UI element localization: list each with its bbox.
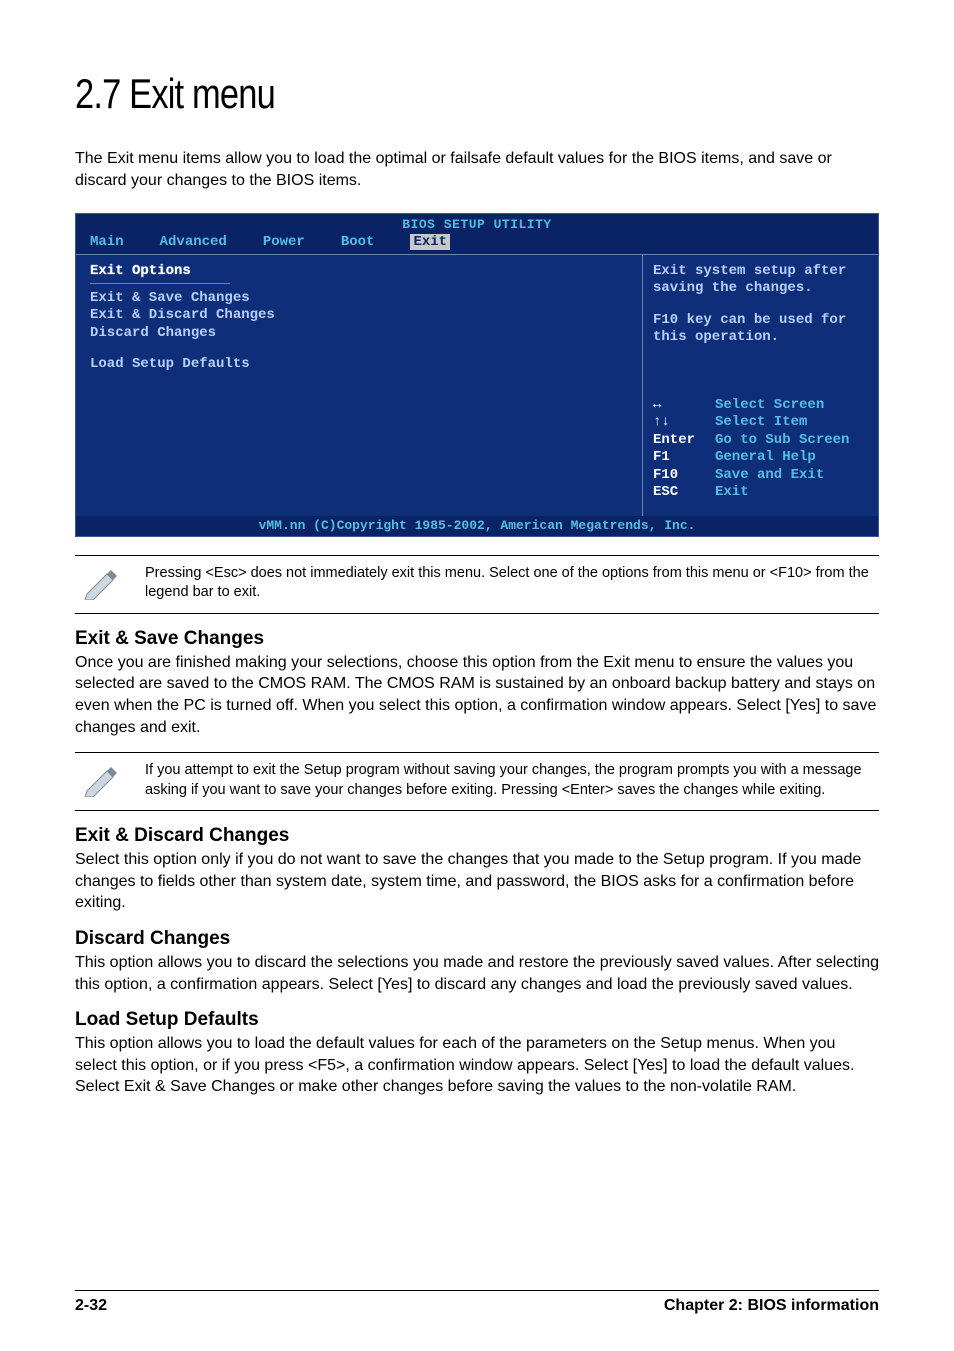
discard-changes-item[interactable]: Discard Changes [90,325,628,343]
legend-select-item: Select Item [715,414,807,432]
legend-key-f1: F1 [653,449,715,467]
pencil-icon [75,564,145,605]
bios-help-text-1: Exit system setup after saving the chang… [653,263,868,298]
legend-key-enter: Enter [653,432,715,450]
legend-key-arrows-lr: ↔ [653,397,715,415]
note-esc: Pressing <Esc> does not immediately exit… [75,555,879,614]
bios-screenshot: BIOS SETUP UTILITY Main Advanced Power B… [75,213,879,537]
bios-help-text-2: F10 key can be used for this operation. [653,312,868,347]
tab-boot[interactable]: Boot [341,234,375,250]
load-setup-defaults-item[interactable]: Load Setup Defaults [90,356,628,374]
body-exit-save: Once you are finished making your select… [75,652,879,738]
exit-options-label: Exit Options [90,263,628,279]
legend-sub-screen: Go to Sub Screen [715,432,849,450]
bios-legend: ↔Select Screen ↑↓Select Item EnterGo to … [653,397,868,502]
divider [90,283,230,284]
page-footer: 2-32 Chapter 2: BIOS information [75,1290,879,1315]
exit-save-changes-item[interactable]: Exit & Save Changes [90,290,628,308]
legend-key-esc: ESC [653,484,715,502]
body-defaults: This option allows you to load the defau… [75,1033,879,1098]
heading-exit-save: Exit & Save Changes [75,628,879,650]
heading-defaults: Load Setup Defaults [75,1009,879,1031]
bios-left-pane: Exit Options Exit & Save Changes Exit & … [76,255,643,516]
note-esc-text: Pressing <Esc> does not immediately exit… [145,564,879,603]
page-number: 2-32 [75,1297,107,1315]
body-discard: This option allows you to discard the se… [75,952,879,995]
tab-advanced[interactable]: Advanced [160,234,227,250]
legend-general-help: General Help [715,449,816,467]
body-exit-discard: Select this option only if you do not wa… [75,849,879,914]
section-exit-discard: Exit & Discard Changes Select this optio… [75,825,879,914]
exit-discard-changes-item[interactable]: Exit & Discard Changes [90,307,628,325]
legend-select-screen: Select Screen [715,397,824,415]
intro-paragraph: The Exit menu items allow you to load th… [75,148,879,193]
note-save-prompt: If you attempt to exit the Setup program… [75,752,879,811]
heading-exit-discard: Exit & Discard Changes [75,825,879,847]
legend-exit: Exit [715,484,749,502]
bios-right-pane: Exit system setup after saving the chang… [643,255,878,516]
heading-discard: Discard Changes [75,928,879,950]
tab-main[interactable]: Main [90,234,124,250]
section-discard: Discard Changes This option allows you t… [75,928,879,995]
tab-exit[interactable]: Exit [410,234,450,250]
section-exit-save: Exit & Save Changes Once you are finishe… [75,628,879,738]
page-title: 2.7 Exit menu [75,70,734,118]
chapter-label: Chapter 2: BIOS information [664,1297,879,1315]
tab-power[interactable]: Power [263,234,305,250]
legend-save-exit: Save and Exit [715,467,824,485]
legend-key-arrows-ud: ↑↓ [653,414,715,432]
section-defaults: Load Setup Defaults This option allows y… [75,1009,879,1098]
bios-header: BIOS SETUP UTILITY [76,214,878,232]
bios-tab-bar: Main Advanced Power Boot Exit [76,232,878,254]
note-save-prompt-text: If you attempt to exit the Setup program… [145,761,879,800]
legend-key-f10: F10 [653,467,715,485]
pencil-icon [75,761,145,802]
bios-footer: vMM.nn (C)Copyright 1985-2002, American … [76,516,878,536]
